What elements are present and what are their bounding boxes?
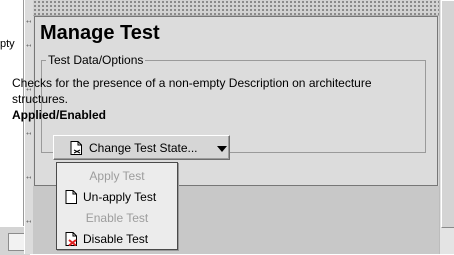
menu-item-apply-test[interactable]: Apply Test xyxy=(57,166,177,187)
vertical-scrollbar[interactable] xyxy=(439,0,454,254)
test-status: Applied/Enabled xyxy=(12,108,107,122)
change-test-state-dropdown[interactable]: Change Test State... xyxy=(53,135,230,160)
test-state-menu: Apply Test Un-apply Test Enable Test Dis… xyxy=(56,162,178,250)
splitter-grip-icon xyxy=(26,220,31,223)
panel-drag-handle[interactable] xyxy=(33,0,439,16)
test-description: Checks for the presence of a non-empty D… xyxy=(12,76,372,106)
splitter-grip-icon xyxy=(26,20,31,23)
left-pane-text: pty xyxy=(0,38,15,50)
page-title: Manage Test xyxy=(40,22,160,44)
document-x-icon xyxy=(65,232,77,246)
document-icon xyxy=(65,190,77,204)
menu-item-label: Un-apply Test xyxy=(83,190,157,204)
menu-item-label: Apply Test xyxy=(89,169,145,183)
scrollbar-thumb[interactable] xyxy=(441,0,454,228)
chevron-down-icon xyxy=(217,146,227,152)
menu-item-label: Disable Test xyxy=(83,232,149,246)
splitter-grip-icon xyxy=(26,176,31,179)
splitter-grip-icon xyxy=(26,44,31,47)
menu-item-unapply-test[interactable]: Un-apply Test xyxy=(57,187,177,208)
dropdown-label: Change Test State... xyxy=(89,141,198,155)
splitter-grip-icon xyxy=(26,132,31,135)
menu-item-disable-test[interactable]: Disable Test xyxy=(57,229,177,250)
menu-item-label: Enable Test xyxy=(85,211,149,225)
menu-item-enable-test[interactable]: Enable Test xyxy=(57,208,177,229)
document-icon xyxy=(70,141,82,155)
group-legend: Test Data/Options xyxy=(48,53,144,67)
